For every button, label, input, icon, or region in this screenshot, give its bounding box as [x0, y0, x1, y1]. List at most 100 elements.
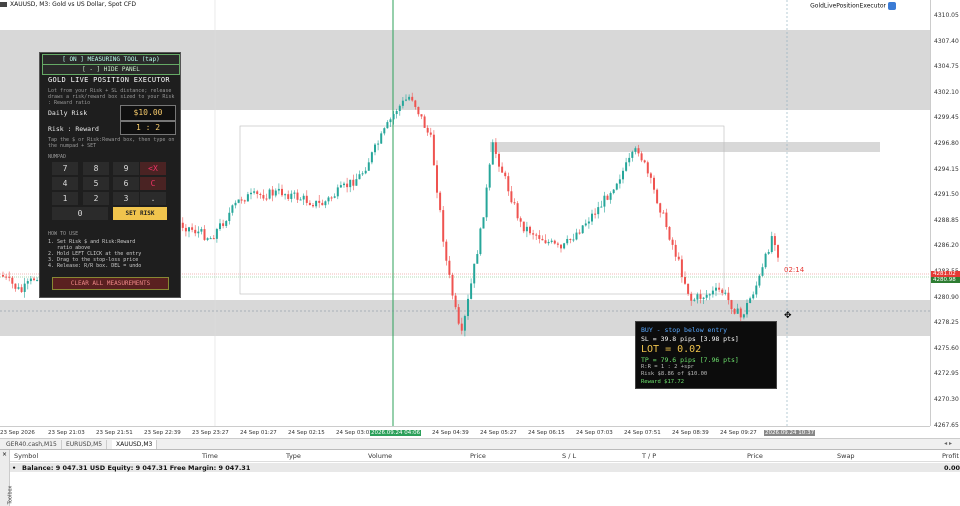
howto-label: HOW TO USE — [48, 231, 79, 237]
candle-body — [330, 197, 333, 199]
candle-body — [649, 173, 652, 178]
cursor-icon: ✥ — [784, 311, 792, 321]
candle-body — [262, 195, 265, 199]
col-volume[interactable]: Volume — [368, 452, 392, 460]
candle-body — [668, 226, 671, 240]
key-0[interactable]: 0 — [52, 207, 108, 220]
price-tick: 4286.20 — [934, 242, 959, 250]
candle-body — [243, 200, 246, 202]
col-sl[interactable]: S / L — [562, 452, 576, 460]
candle-body — [290, 193, 293, 199]
time-tick: 23 Sep 23:27 — [192, 430, 229, 436]
expert-advisor-label[interactable]: GoldLivePositionExecutor — [810, 2, 896, 10]
candle-body — [730, 300, 733, 310]
tab-xauusd[interactable]: XAUUSD,M3 — [112, 440, 158, 449]
clear-all-button[interactable]: CLEAR ALL MEASUREMENTS — [52, 277, 169, 290]
key-5[interactable]: 5 — [83, 177, 109, 190]
candle-body — [426, 127, 429, 133]
candle-body — [609, 193, 612, 200]
candle-body — [507, 176, 510, 192]
time-tick: 24 Sep 09:27 — [720, 430, 757, 436]
candle-body — [253, 191, 256, 193]
gold-executor-panel: [ ON ] MEASURING TOOL (tap) [ - ] HIDE P… — [39, 52, 181, 298]
price-tick: 4299.45 — [934, 114, 959, 122]
rr-input[interactable]: 1 : 2 — [120, 121, 176, 135]
time-tick: 23 Sep 2026 — [0, 430, 35, 436]
time-tick: 23 Sep 22:39 — [144, 430, 181, 436]
candle-body — [405, 99, 407, 101]
candle-body — [296, 192, 299, 200]
col-swap[interactable]: Swap — [837, 452, 855, 460]
candle-body — [597, 207, 600, 215]
candle-body — [693, 299, 696, 301]
candle-body — [200, 229, 203, 232]
candle-body — [274, 190, 277, 196]
price-chart[interactable]: XAUUSD, M3: Gold vs US Dollar, Spot CFD … — [0, 0, 930, 426]
candle-body — [20, 287, 23, 292]
key-dot[interactable]: . — [140, 192, 166, 205]
candle-body — [2, 275, 4, 277]
candle-body — [491, 142, 494, 165]
key-backspace[interactable]: <X — [140, 162, 166, 175]
key-4[interactable]: 4 — [52, 177, 78, 190]
col-profit[interactable]: Profit — [942, 452, 959, 460]
candle-body — [191, 227, 194, 230]
candle-body — [547, 241, 550, 244]
col-time[interactable]: Time — [202, 452, 218, 460]
candle-body — [386, 122, 389, 129]
col-type[interactable]: Type — [286, 452, 301, 460]
key-7[interactable]: 7 — [52, 162, 78, 175]
tab-scroll-arrows[interactable]: ◂ ▸ — [944, 440, 952, 447]
candle-body — [343, 183, 345, 186]
key-clear[interactable]: C — [140, 177, 166, 190]
candle-body — [501, 166, 504, 173]
price-tick: 4302.10 — [934, 88, 959, 96]
candle-body — [708, 294, 711, 296]
candle-body — [209, 238, 212, 240]
candle-body — [575, 232, 578, 240]
set-risk-button[interactable]: SET RISK — [113, 207, 167, 220]
candle-body — [581, 225, 584, 234]
candle-body — [315, 200, 318, 207]
col-tp[interactable]: T / P — [642, 452, 656, 460]
time-tick: 2026.09.24 10:37 — [764, 430, 816, 436]
candle-body — [625, 162, 628, 171]
tab-ger40[interactable]: GER40.cash,M15 — [2, 440, 62, 449]
key-2[interactable]: 2 — [83, 192, 109, 205]
col-price-2[interactable]: Price — [747, 452, 763, 460]
candle-body — [411, 96, 414, 101]
price-axis[interactable]: 4310.05 4307.40 4304.75 4302.10 4299.45 4296.… — [930, 0, 960, 429]
candle-body — [513, 202, 516, 204]
key-3[interactable]: 3 — [113, 192, 139, 205]
candle-body — [662, 212, 665, 214]
key-6[interactable]: 6 — [113, 177, 139, 190]
candle-body — [529, 226, 531, 234]
candle-body — [188, 227, 190, 232]
key-8[interactable]: 8 — [83, 162, 109, 175]
candle-body — [336, 187, 339, 197]
tab-eurusd[interactable]: EURUSD,M5 — [62, 440, 108, 449]
candle-body — [510, 191, 513, 203]
candle-body — [646, 162, 649, 174]
candle-body — [29, 278, 32, 282]
candle-body — [417, 106, 420, 115]
rr-label: Risk : Reward — [48, 125, 99, 133]
candle-body — [215, 229, 218, 239]
info-sl: SL = 39.8 pips [3.98 pts] — [641, 335, 739, 343]
candle-body — [563, 243, 566, 249]
candle-body — [439, 192, 442, 211]
col-price[interactable]: Price — [470, 452, 486, 460]
hide-panel-button[interactable]: [ - ] HIDE PANEL — [42, 64, 180, 75]
key-9[interactable]: 9 — [113, 162, 139, 175]
key-1[interactable]: 1 — [52, 192, 78, 205]
close-icon[interactable]: × — [2, 451, 7, 458]
col-symbol[interactable]: Symbol — [14, 452, 38, 460]
candle-body — [197, 231, 200, 234]
candle-body — [277, 188, 280, 191]
candle-body — [321, 202, 324, 206]
candle-body — [690, 293, 693, 301]
price-tick: 4278.25 — [934, 319, 959, 327]
candle-body — [377, 143, 380, 145]
candle-body — [761, 267, 764, 276]
daily-risk-input[interactable]: $10.00 — [120, 105, 176, 121]
